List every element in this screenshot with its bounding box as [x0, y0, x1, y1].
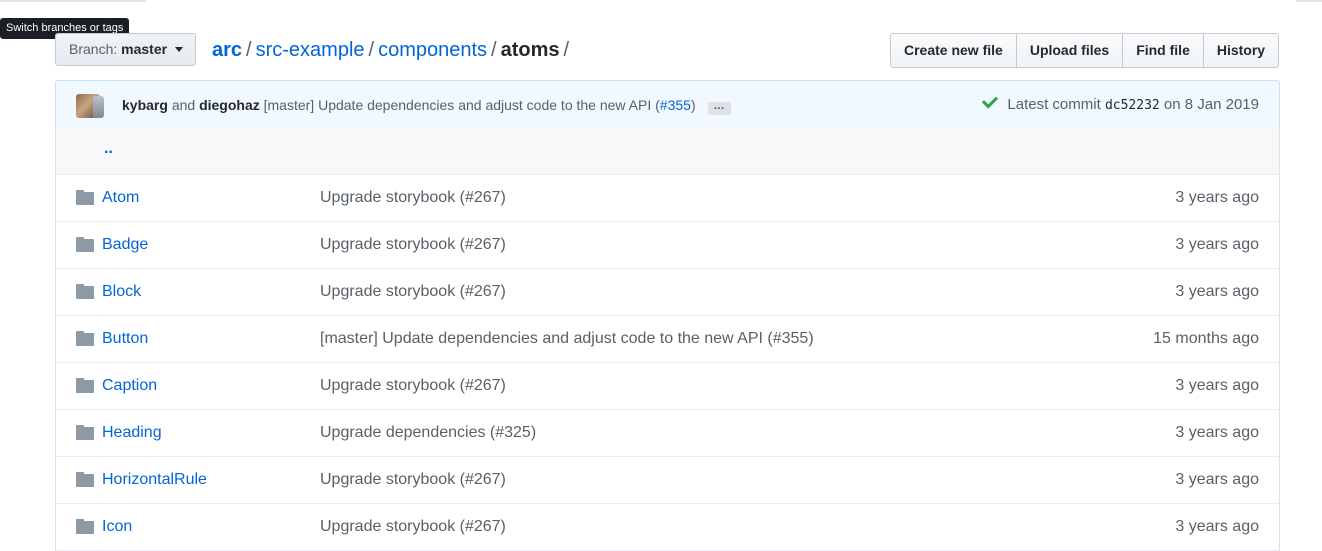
breadcrumb-separator: / [246, 39, 252, 61]
table-row: Badge Upgrade storybook (#267) 3 years a… [56, 222, 1279, 269]
folder-icon [76, 472, 94, 487]
file-age: 3 years ago [1175, 518, 1259, 535]
latest-commit-bar: kybarg and diegohaz [master] Update depe… [55, 80, 1280, 129]
branch-prefix: Branch: [69, 41, 118, 57]
breadcrumb-current: atoms [500, 39, 560, 61]
breadcrumb-separator: / [491, 39, 497, 61]
breadcrumb: arc / src-example / components / atoms / [212, 37, 573, 63]
file-age: 3 years ago [1175, 377, 1259, 394]
file-commit-message[interactable]: Upgrade storybook (#267) [320, 222, 506, 268]
commit-summary: kybarg and diegohaz [master] Update depe… [122, 81, 731, 129]
breadcrumb-separator: / [368, 39, 375, 61]
file-name-link[interactable]: HorizontalRule [102, 457, 207, 503]
file-age: 3 years ago [1175, 471, 1259, 488]
check-icon[interactable] [982, 92, 999, 109]
commit-and: and [171, 97, 196, 113]
file-age: 3 years ago [1175, 236, 1259, 253]
commit-message-end: ) [690, 97, 696, 113]
commit-coauthor-link[interactable]: diegohaz [199, 97, 260, 113]
commit-sha-link[interactable]: dc52232 [1105, 98, 1160, 113]
expand-commit-button[interactable]: … [707, 101, 731, 115]
latest-commit-label: Latest commit [1007, 96, 1101, 113]
breadcrumb-root-link[interactable]: arc [212, 39, 242, 61]
file-commit-message[interactable]: [master] Update dependencies and adjust … [320, 316, 814, 362]
file-commit-message[interactable]: Upgrade storybook (#267) [320, 175, 506, 221]
file-name-link[interactable]: Caption [102, 363, 157, 409]
commit-on: on [1163, 96, 1181, 113]
commit-author-link[interactable]: kybarg [122, 97, 168, 113]
table-row: Heading Upgrade dependencies (#325) 3 ye… [56, 410, 1279, 457]
avatar[interactable] [93, 96, 104, 118]
branch-select-button[interactable]: Branch: master [55, 33, 196, 66]
upload-files-button[interactable]: Upload files [1016, 33, 1124, 68]
file-commit-message[interactable]: Upgrade storybook (#267) [320, 504, 506, 550]
folder-icon [76, 331, 94, 346]
file-name-link[interactable]: Badge [102, 222, 148, 268]
file-actions: Create new file Upload files Find file H… [890, 33, 1280, 68]
commit-message[interactable]: [master] Update dependencies and adjust … [264, 97, 696, 113]
file-name-link[interactable]: Button [102, 316, 148, 362]
breadcrumb-link-src-example[interactable]: src-example [256, 39, 365, 61]
file-commit-message[interactable]: Upgrade storybook (#267) [320, 363, 506, 409]
find-file-button[interactable]: Find file [1123, 33, 1204, 68]
folder-icon [76, 425, 94, 440]
branch-name: master [121, 41, 168, 57]
breadcrumb-link-components[interactable]: components [378, 39, 487, 61]
folder-icon [76, 284, 94, 299]
file-age: 3 years ago [1175, 283, 1259, 300]
table-row: Block Upgrade storybook (#267) 3 years a… [56, 269, 1279, 316]
file-name-link[interactable]: Heading [102, 410, 162, 456]
parent-directory-link[interactable]: .. [104, 140, 113, 158]
folder-icon [76, 190, 94, 205]
commit-message-text[interactable]: [master] Update dependencies and adjust … [264, 97, 660, 113]
table-row: Icon Upgrade storybook (#267) 3 years ag… [56, 504, 1279, 551]
file-age: 3 years ago [1175, 424, 1259, 441]
table-row: Caption Upgrade storybook (#267) 3 years… [56, 363, 1279, 410]
file-age: 3 years ago [1175, 189, 1259, 206]
table-row: Atom Upgrade storybook (#267) 3 years ag… [56, 175, 1279, 222]
file-name-link[interactable]: Block [102, 269, 141, 315]
commit-pr-link[interactable]: #355 [660, 97, 691, 113]
top-divider-gap [146, 0, 1296, 2]
file-name-link[interactable]: Icon [102, 504, 132, 550]
folder-icon [76, 237, 94, 252]
latest-commit-info: Latest commit dc52232 on 8 Jan 2019 [982, 81, 1259, 130]
caret-down-icon [174, 47, 183, 52]
table-row: HorizontalRule Upgrade storybook (#267) … [56, 457, 1279, 504]
file-list: .. Atom Upgrade storybook (#267) 3 years… [55, 128, 1280, 551]
folder-icon [76, 378, 94, 393]
commit-date: 8 Jan 2019 [1184, 96, 1259, 113]
commit-avatars[interactable] [76, 94, 104, 118]
table-row: Button [master] Update dependencies and … [56, 316, 1279, 363]
folder-icon [76, 519, 94, 534]
file-age: 15 months ago [1153, 330, 1259, 347]
file-commit-message[interactable]: Upgrade storybook (#267) [320, 269, 506, 315]
create-new-file-button[interactable]: Create new file [890, 33, 1017, 68]
parent-directory-row: .. [56, 128, 1279, 175]
breadcrumb-separator: / [563, 39, 570, 61]
file-name-link[interactable]: Atom [102, 175, 139, 221]
file-commit-message[interactable]: Upgrade dependencies (#325) [320, 410, 536, 456]
file-commit-message[interactable]: Upgrade storybook (#267) [320, 457, 506, 503]
history-button[interactable]: History [1203, 33, 1280, 68]
